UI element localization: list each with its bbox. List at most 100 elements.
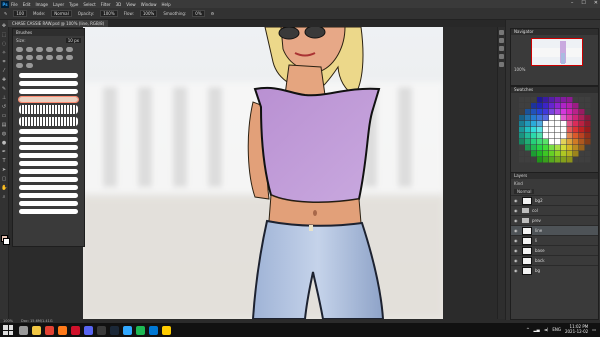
color-swatch[interactable] — [573, 145, 579, 151]
color-swatch[interactable] — [525, 121, 531, 127]
color-swatch[interactable] — [549, 97, 555, 103]
color-swatch[interactable] — [585, 139, 591, 145]
color-swatch[interactable] — [573, 97, 579, 103]
menu-window[interactable]: Window — [141, 2, 157, 7]
eye-icon[interactable]: ◉ — [514, 218, 519, 223]
layer-row[interactable]: ◉ base — [511, 245, 598, 255]
color-swatch[interactable] — [573, 115, 579, 121]
color-swatch[interactable] — [531, 151, 537, 157]
color-swatch[interactable] — [561, 103, 567, 109]
brush-preset-icon[interactable] — [26, 55, 33, 60]
color-swatch[interactable] — [549, 109, 555, 115]
color-swatch[interactable] — [567, 139, 573, 145]
color-swatch[interactable] — [531, 145, 537, 151]
clone-stamp-icon[interactable]: ⊥ — [1, 95, 7, 101]
color-swatch[interactable] — [519, 97, 525, 103]
color-swatch[interactable] — [567, 103, 573, 109]
brush-size-field[interactable]: 100 — [13, 10, 27, 17]
brush-preset-icon[interactable] — [46, 55, 53, 60]
color-swatch[interactable] — [549, 157, 555, 163]
lasso-tool-icon[interactable]: ◌ — [1, 41, 7, 47]
color-swatch[interactable] — [555, 145, 561, 151]
history-icon[interactable] — [499, 30, 504, 35]
gradient-tool-icon[interactable]: ▤ — [1, 122, 7, 128]
opacity-field[interactable]: 100% — [100, 10, 118, 17]
blur-tool-icon[interactable]: ◍ — [1, 131, 7, 137]
magic-wand-icon[interactable]: ✧ — [1, 50, 7, 56]
color-swatch[interactable] — [573, 127, 579, 133]
color-swatch[interactable] — [585, 97, 591, 103]
properties-icon[interactable] — [499, 38, 504, 43]
eyedropper-icon[interactable]: ⁄ — [1, 68, 7, 74]
color-swatch[interactable] — [543, 97, 549, 103]
eye-icon[interactable]: ◉ — [514, 258, 519, 263]
color-swatch[interactable] — [531, 127, 537, 133]
brush-tool-icon[interactable]: ✎ — [1, 86, 7, 92]
color-swatch[interactable] — [549, 151, 555, 157]
brush-preset-icon[interactable] — [26, 47, 33, 52]
color-swatch[interactable] — [567, 97, 573, 103]
notification-icon[interactable]: ▭ — [592, 327, 596, 332]
brush-stroke-preset[interactable] — [19, 145, 78, 150]
background-color-swatch[interactable] — [3, 238, 10, 245]
color-swatch[interactable] — [579, 121, 585, 127]
brush-preset-icon[interactable] — [36, 47, 43, 52]
navigator-thumbnail[interactable] — [531, 38, 583, 66]
color-swatch[interactable] — [525, 97, 531, 103]
menu-edit[interactable]: Edit — [23, 2, 31, 7]
chevron-up-icon[interactable]: ^ — [526, 327, 529, 332]
brush-preset-icon[interactable] — [66, 55, 73, 60]
color-swatch[interactable] — [585, 115, 591, 121]
color-swatch[interactable] — [519, 121, 525, 127]
color-swatch[interactable] — [531, 157, 537, 163]
eraser-icon[interactable]: ▭ — [1, 113, 7, 119]
color-swatch[interactable] — [579, 139, 585, 145]
color-swatch[interactable] — [519, 127, 525, 133]
layer-row[interactable]: ◉ bg2 — [511, 195, 598, 205]
color-swatch[interactable] — [561, 115, 567, 121]
color-swatch[interactable] — [531, 97, 537, 103]
brush-preset-icon[interactable] — [66, 47, 73, 52]
color-swatch[interactable] — [549, 139, 555, 145]
photoshop-icon[interactable] — [123, 325, 132, 335]
color-swatch[interactable] — [537, 151, 543, 157]
history-brush-icon[interactable]: ↺ — [1, 104, 7, 110]
color-swatch[interactable] — [537, 115, 543, 121]
color-swatch[interactable] — [555, 139, 561, 145]
color-swatch[interactable] — [585, 109, 591, 115]
color-swatch[interactable] — [519, 139, 525, 145]
color-swatch[interactable] — [567, 121, 573, 127]
brush-stroke-preset[interactable] — [19, 105, 78, 114]
layer-row[interactable]: ◉ bg — [511, 265, 598, 275]
color-swatch[interactable] — [525, 109, 531, 115]
search-icon[interactable] — [19, 325, 28, 335]
brush-preset-icon[interactable] — [56, 47, 63, 52]
brush-tool-icon[interactable]: ✎ — [4, 11, 7, 16]
color-swatch[interactable] — [561, 121, 567, 127]
spotify-icon[interactable] — [136, 325, 145, 335]
notes-icon[interactable] — [162, 325, 171, 335]
paths-icon[interactable] — [499, 62, 504, 67]
color-swatch[interactable] — [543, 127, 549, 133]
opera-icon[interactable] — [71, 325, 80, 335]
color-swatch[interactable] — [561, 97, 567, 103]
color-swatch[interactable] — [585, 145, 591, 151]
mail-icon[interactable] — [149, 325, 158, 335]
clock[interactable]: 11:02 PM 2021-12-02 — [565, 324, 588, 334]
language-indicator[interactable]: ENG — [552, 327, 561, 332]
color-swatch[interactable] — [561, 133, 567, 139]
layer-row[interactable]: ◉ prev — [511, 215, 598, 225]
color-swatch[interactable] — [531, 139, 537, 145]
color-swatch[interactable] — [531, 103, 537, 109]
color-swatch[interactable] — [585, 133, 591, 139]
windows-start-icon[interactable] — [3, 325, 13, 335]
color-swatch[interactable] — [561, 151, 567, 157]
color-swatch[interactable] — [567, 157, 573, 163]
color-swatch[interactable] — [561, 127, 567, 133]
type-tool-icon[interactable]: T — [1, 158, 7, 164]
color-swatch[interactable] — [561, 139, 567, 145]
color-swatch[interactable] — [549, 103, 555, 109]
color-swatch[interactable] — [579, 109, 585, 115]
color-swatch[interactable] — [555, 157, 561, 163]
flow-field[interactable]: 100% — [139, 10, 158, 17]
